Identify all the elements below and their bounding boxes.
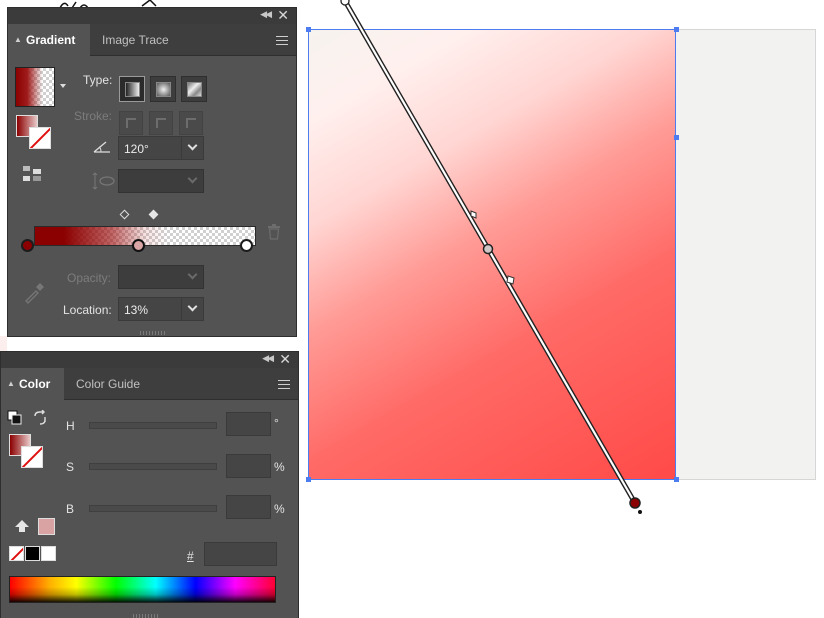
type-label: Type: <box>83 73 113 87</box>
tab-color-guide[interactable]: Color Guide <box>64 368 159 400</box>
default-fill-stroke-icon[interactable] <box>7 410 23 426</box>
gradient-annotator-midpoint[interactable] <box>506 275 515 285</box>
collapse-panel-icon[interactable]: ◀◀ <box>260 9 272 20</box>
chevron-down-icon <box>187 140 198 151</box>
gradient-stop-middle[interactable] <box>132 239 145 252</box>
angle-icon <box>93 141 110 153</box>
white-swatch[interactable] <box>41 546 56 561</box>
panel-resize-grip[interactable] <box>140 331 166 335</box>
location-label: Location: <box>63 303 112 317</box>
gradient-stop-start[interactable] <box>21 239 34 252</box>
stroke-across-icon <box>186 118 196 128</box>
chevron-down-icon <box>187 269 198 280</box>
hue-slider[interactable] <box>89 422 217 429</box>
collapse-panel-icon[interactable]: ◀◀ <box>262 353 274 364</box>
panel-title-bar[interactable]: ◀◀ ✕ <box>1 351 298 368</box>
hue-label: H <box>66 419 75 433</box>
stroke-along-icon <box>156 118 166 128</box>
close-panel-icon[interactable]: ✕ <box>279 351 291 368</box>
panel-title-bar[interactable]: ◀◀ ✕ <box>8 7 296 24</box>
stroke-within-icon <box>126 118 136 128</box>
panel-menu-icon[interactable] <box>278 380 290 392</box>
opacity-dropdown-button[interactable] <box>181 266 203 288</box>
panel-resize-grip[interactable] <box>133 614 159 618</box>
stroke-label: Stroke: <box>74 109 113 123</box>
saturation-slider[interactable] <box>89 463 217 470</box>
gradient-annotator-start-point[interactable] <box>340 0 350 6</box>
tab-image-trace[interactable]: Image Trace <box>90 24 190 56</box>
hex-field[interactable] <box>204 542 277 566</box>
illustrator-workspace: ◀◀ ✕ ▲▼ Gradient Image Trace <box>0 0 824 618</box>
freeform-gradient-icon <box>187 82 202 97</box>
hue-field[interactable] <box>226 412 271 436</box>
radial-gradient-icon <box>156 82 171 97</box>
close-panel-icon[interactable]: ✕ <box>277 7 289 24</box>
radial-gradient-button[interactable] <box>150 76 176 102</box>
trash-icon[interactable] <box>267 224 281 240</box>
brightness-label: B <box>66 502 75 516</box>
location-dropdown-button[interactable] <box>181 298 203 320</box>
hex-label: # <box>187 549 194 563</box>
color-panel: ◀◀ ✕ ▲▼ Color Color Guide <box>0 351 299 618</box>
stroke-gradient-across-button[interactable] <box>179 111 203 135</box>
opacity-field[interactable] <box>118 265 204 289</box>
swap-fill-stroke-icon[interactable] <box>32 410 48 426</box>
linear-gradient-icon <box>125 82 140 97</box>
gradient-annotator-end-handle[interactable] <box>638 510 642 514</box>
gradient-annotator-stop[interactable] <box>482 243 494 255</box>
reverse-gradient-icon[interactable] <box>22 165 42 183</box>
angle-value: 120° <box>124 142 149 156</box>
closest-color-swatch[interactable] <box>38 518 55 535</box>
brightness-slider[interactable] <box>89 505 217 512</box>
angle-field[interactable]: 120° <box>118 136 204 160</box>
location-value: 13% <box>124 303 149 317</box>
stroke-gradient-within-button[interactable] <box>119 111 143 135</box>
gradient-midpoint-diamond-selected[interactable] <box>148 209 159 220</box>
tab-color[interactable]: ▲▼ Color <box>1 368 64 420</box>
stroke-none-swatch[interactable] <box>21 446 43 468</box>
swatch-dropdown-icon[interactable] <box>60 84 66 88</box>
artwork-fragment <box>0 336 7 351</box>
linear-gradient-button[interactable] <box>119 76 145 102</box>
aspect-ratio-field[interactable] <box>118 169 204 193</box>
gradient-swatch[interactable] <box>15 67 55 107</box>
tab-gradient-label: Gradient <box>26 33 76 47</box>
stroke-gradient-along-button[interactable] <box>149 111 173 135</box>
location-field[interactable]: 13% <box>118 297 204 321</box>
eyedropper-icon[interactable] <box>23 282 45 304</box>
tab-color-label: Color <box>19 377 51 391</box>
saturation-field[interactable] <box>226 454 271 478</box>
saturation-label: S <box>66 460 75 474</box>
gradient-slider[interactable] <box>34 226 256 246</box>
aspect-ratio-dropdown-button[interactable] <box>181 170 203 192</box>
out-of-gamut-warning-icon[interactable] <box>14 519 30 533</box>
freeform-gradient-button[interactable] <box>181 76 207 102</box>
gradient-stop-end[interactable] <box>240 239 253 252</box>
tab-gradient[interactable]: ▲▼ Gradient <box>8 24 90 76</box>
saturation-unit: % <box>274 460 285 474</box>
panel-tab-bar: ▲▼ Color Color Guide <box>1 368 298 420</box>
opacity-label: Opacity: <box>67 271 112 285</box>
tab-color-guide-label: Color Guide <box>76 377 141 391</box>
chevron-down-icon <box>187 301 198 312</box>
color-spectrum[interactable] <box>9 576 276 603</box>
gradient-annotator-end-stop[interactable] <box>629 497 641 509</box>
stroke-none-swatch[interactable] <box>29 127 51 149</box>
aspect-ratio-icon <box>92 172 115 190</box>
tab-image-trace-label: Image Trace <box>102 33 169 47</box>
panel-menu-icon[interactable] <box>276 36 288 48</box>
brightness-unit: % <box>274 502 285 516</box>
chevron-down-icon <box>187 173 198 184</box>
none-swatch[interactable] <box>9 546 24 561</box>
black-swatch[interactable] <box>25 546 40 561</box>
panel-tab-bar: ▲▼ Gradient Image Trace <box>8 24 296 76</box>
hue-unit: ° <box>274 416 279 430</box>
gradient-midpoint-diamond[interactable] <box>119 209 130 220</box>
brightness-field[interactable] <box>226 495 271 519</box>
gradient-panel: ◀◀ ✕ ▲▼ Gradient Image Trace <box>7 7 297 337</box>
angle-dropdown-button[interactable] <box>181 137 203 159</box>
